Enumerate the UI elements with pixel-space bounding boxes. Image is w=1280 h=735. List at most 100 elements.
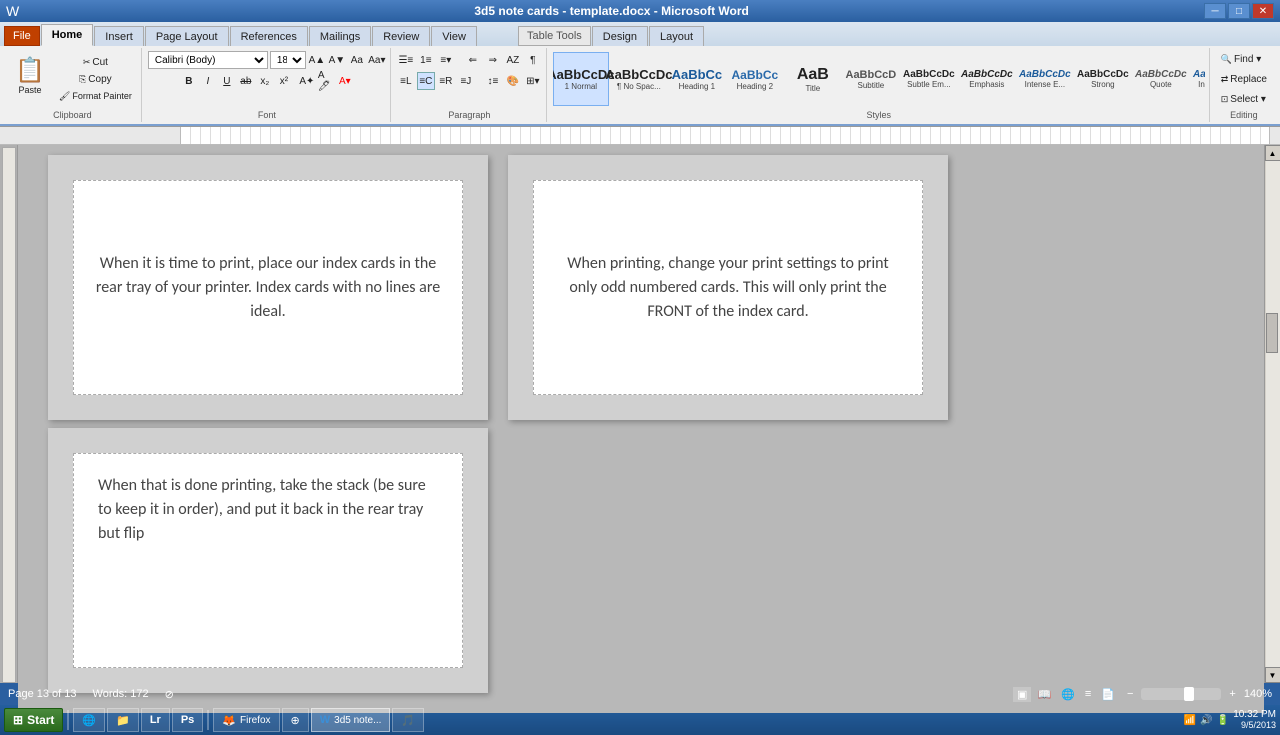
card-page-2: When printing, change your print setting… — [508, 155, 948, 420]
style-strong[interactable]: AaBbCcDc Strong — [1075, 52, 1131, 106]
find-button[interactable]: 🔍 Find ▾ — [1216, 50, 1266, 68]
align-center-button[interactable]: ≡C — [417, 72, 435, 90]
minimize-button[interactable]: ─ — [1204, 3, 1226, 19]
line-spacing-button[interactable]: ↕≡ — [484, 72, 502, 90]
font-shrink-button[interactable]: A▼ — [328, 51, 346, 69]
page-layout-tab[interactable]: Page Layout — [145, 26, 229, 46]
print-layout-btn[interactable]: ▣ — [1013, 687, 1031, 702]
word-count: Words: 172 — [93, 688, 149, 700]
multilevel-button[interactable]: ≡▾ — [437, 51, 455, 69]
full-reading-btn[interactable]: 📖 — [1033, 687, 1055, 702]
text-effect-button[interactable]: A✦ — [298, 72, 316, 90]
style-normal[interactable]: AaBbCcDc 1 Normal — [553, 52, 609, 106]
design-tab[interactable]: Design — [592, 26, 648, 46]
style-intense-em[interactable]: AaBbCcDc Intense E... — [1017, 52, 1073, 106]
photoshop-quicklaunch[interactable]: Ps — [172, 708, 203, 732]
bold-button[interactable]: B — [180, 72, 198, 90]
style-emphasis[interactable]: AaBbCcDc Emphasis — [959, 52, 1015, 106]
web-layout-btn[interactable]: 🌐 — [1057, 687, 1079, 702]
mailings-tab[interactable]: Mailings — [309, 26, 371, 46]
shading-button[interactable]: 🎨 — [504, 72, 522, 90]
replace-button[interactable]: ⇄ Replace — [1216, 70, 1272, 88]
show-para-button[interactable]: ¶ — [524, 51, 542, 69]
insert-tab[interactable]: Insert — [94, 26, 144, 46]
style-heading2[interactable]: AaBbCc Heading 2 — [727, 52, 783, 106]
align-left-button[interactable]: ≡L — [397, 72, 415, 90]
borders-button[interactable]: ⊞▾ — [524, 72, 542, 90]
view-tab[interactable]: View — [431, 26, 477, 46]
copy-icon: ⎘ — [79, 74, 86, 85]
align-right-button[interactable]: ≡R — [437, 72, 455, 90]
zoom-minus-btn[interactable]: − — [1127, 688, 1133, 700]
close-button[interactable]: ✕ — [1252, 3, 1274, 19]
numbering-button[interactable]: 1≡ — [417, 51, 435, 69]
index-card-1[interactable]: When it is time to print, place our inde… — [73, 180, 463, 395]
vertical-scrollbar[interactable]: ▲ ▼ — [1264, 145, 1280, 683]
ribbon-content: 📋 Paste ✂ Cut ⎘ Copy 🖌 Format Painter — [0, 46, 1280, 126]
zoom-slider[interactable] — [1141, 688, 1221, 700]
ie-quicklaunch[interactable]: 🌐 — [73, 708, 105, 732]
network-icon: 📶 — [1184, 715, 1196, 726]
chrome-taskbtn[interactable]: ⊕ — [282, 708, 309, 732]
start-button[interactable]: ⊞ Start — [4, 708, 63, 732]
font-color-button[interactable]: A▾ — [336, 72, 354, 90]
maximize-button[interactable]: □ — [1228, 3, 1250, 19]
zoom-plus-btn[interactable]: + — [1229, 688, 1235, 700]
word-taskbtn[interactable]: W 3d5 note... — [311, 708, 391, 732]
vlc-icon: 🎵 — [401, 714, 415, 727]
select-button[interactable]: ⊡ Select ▾ — [1216, 90, 1271, 108]
decrease-indent-button[interactable]: ⇐ — [464, 51, 482, 69]
format-painter-button[interactable]: 🖌 Format Painter — [54, 88, 137, 104]
cut-button[interactable]: ✂ Cut — [54, 54, 137, 70]
format-painter-icon: 🖌 — [59, 91, 70, 102]
file-tab[interactable]: File — [4, 26, 40, 46]
index-card-3[interactable]: When that is done printing, take the sta… — [73, 453, 463, 668]
superscript-button[interactable]: x² — [275, 72, 293, 90]
volume-icon: 🔊 — [1200, 715, 1212, 726]
underline-button[interactable]: U — [218, 72, 236, 90]
explorer-quicklaunch[interactable]: 📁 — [107, 708, 139, 732]
change-case-button[interactable]: Aa▾ — [368, 51, 386, 69]
bullets-button[interactable]: ☰≡ — [397, 51, 415, 69]
font-grow-button[interactable]: A▲ — [308, 51, 326, 69]
style-heading1[interactable]: AaBbCc Heading 1 — [669, 52, 725, 106]
scroll-thumb[interactable] — [1266, 313, 1278, 353]
page-info: Page 13 of 13 — [8, 688, 77, 700]
scroll-up-button[interactable]: ▲ — [1265, 145, 1280, 161]
clear-format-button[interactable]: Aa — [348, 51, 366, 69]
vlc-taskbtn[interactable]: 🎵 — [392, 708, 424, 732]
home-tab[interactable]: Home — [41, 24, 94, 46]
strikethrough-button[interactable]: ab — [237, 72, 255, 90]
style-intense-q[interactable]: AaBbCcDc Intense Q... — [1191, 52, 1205, 106]
index-card-2[interactable]: When printing, change your print setting… — [533, 180, 923, 395]
draft-btn[interactable]: 📄 — [1097, 687, 1119, 702]
increase-indent-button[interactable]: ⇒ — [484, 51, 502, 69]
paste-button[interactable]: 📋 Paste — [8, 50, 52, 104]
style-subtitle[interactable]: AaBbCcD Subtitle — [843, 52, 899, 106]
lr-icon: Lr — [150, 714, 161, 726]
style-title[interactable]: AaB Title — [785, 52, 841, 106]
scroll-down-button[interactable]: ▼ — [1265, 667, 1280, 683]
copy-button[interactable]: ⎘ Copy — [54, 71, 137, 87]
outline-btn[interactable]: ≡ — [1081, 687, 1095, 702]
justify-button[interactable]: ≡J — [457, 72, 475, 90]
text-highlight-button[interactable]: A🖊 — [317, 72, 335, 90]
italic-button[interactable]: I — [199, 72, 217, 90]
references-tab[interactable]: References — [230, 26, 308, 46]
review-tab[interactable]: Review — [372, 26, 430, 46]
subscript-button[interactable]: x₂ — [256, 72, 274, 90]
style-subtle-em[interactable]: AaBbCcDc Subtle Em... — [901, 52, 957, 106]
scroll-track[interactable] — [1266, 161, 1280, 667]
scissors-icon: ✂ — [83, 57, 91, 68]
lightroom-quicklaunch[interactable]: Lr — [141, 708, 170, 732]
layout-tab[interactable]: Layout — [649, 26, 704, 46]
vertical-ruler — [0, 145, 18, 683]
firefox-taskbtn[interactable]: 🦊 Firefox — [213, 708, 279, 732]
sort-button[interactable]: AZ — [504, 51, 522, 69]
style-no-spacing[interactable]: AaBbCcDc ¶ No Spac... — [611, 52, 667, 106]
font-name-select[interactable]: Calibri (Body) — [148, 51, 268, 69]
font-size-select[interactable]: 18 — [270, 51, 306, 69]
style-quote[interactable]: AaBbCcDc Quote — [1133, 52, 1189, 106]
app-icon: W — [6, 3, 19, 19]
card-row-2: When that is done printing, take the sta… — [48, 428, 1234, 693]
